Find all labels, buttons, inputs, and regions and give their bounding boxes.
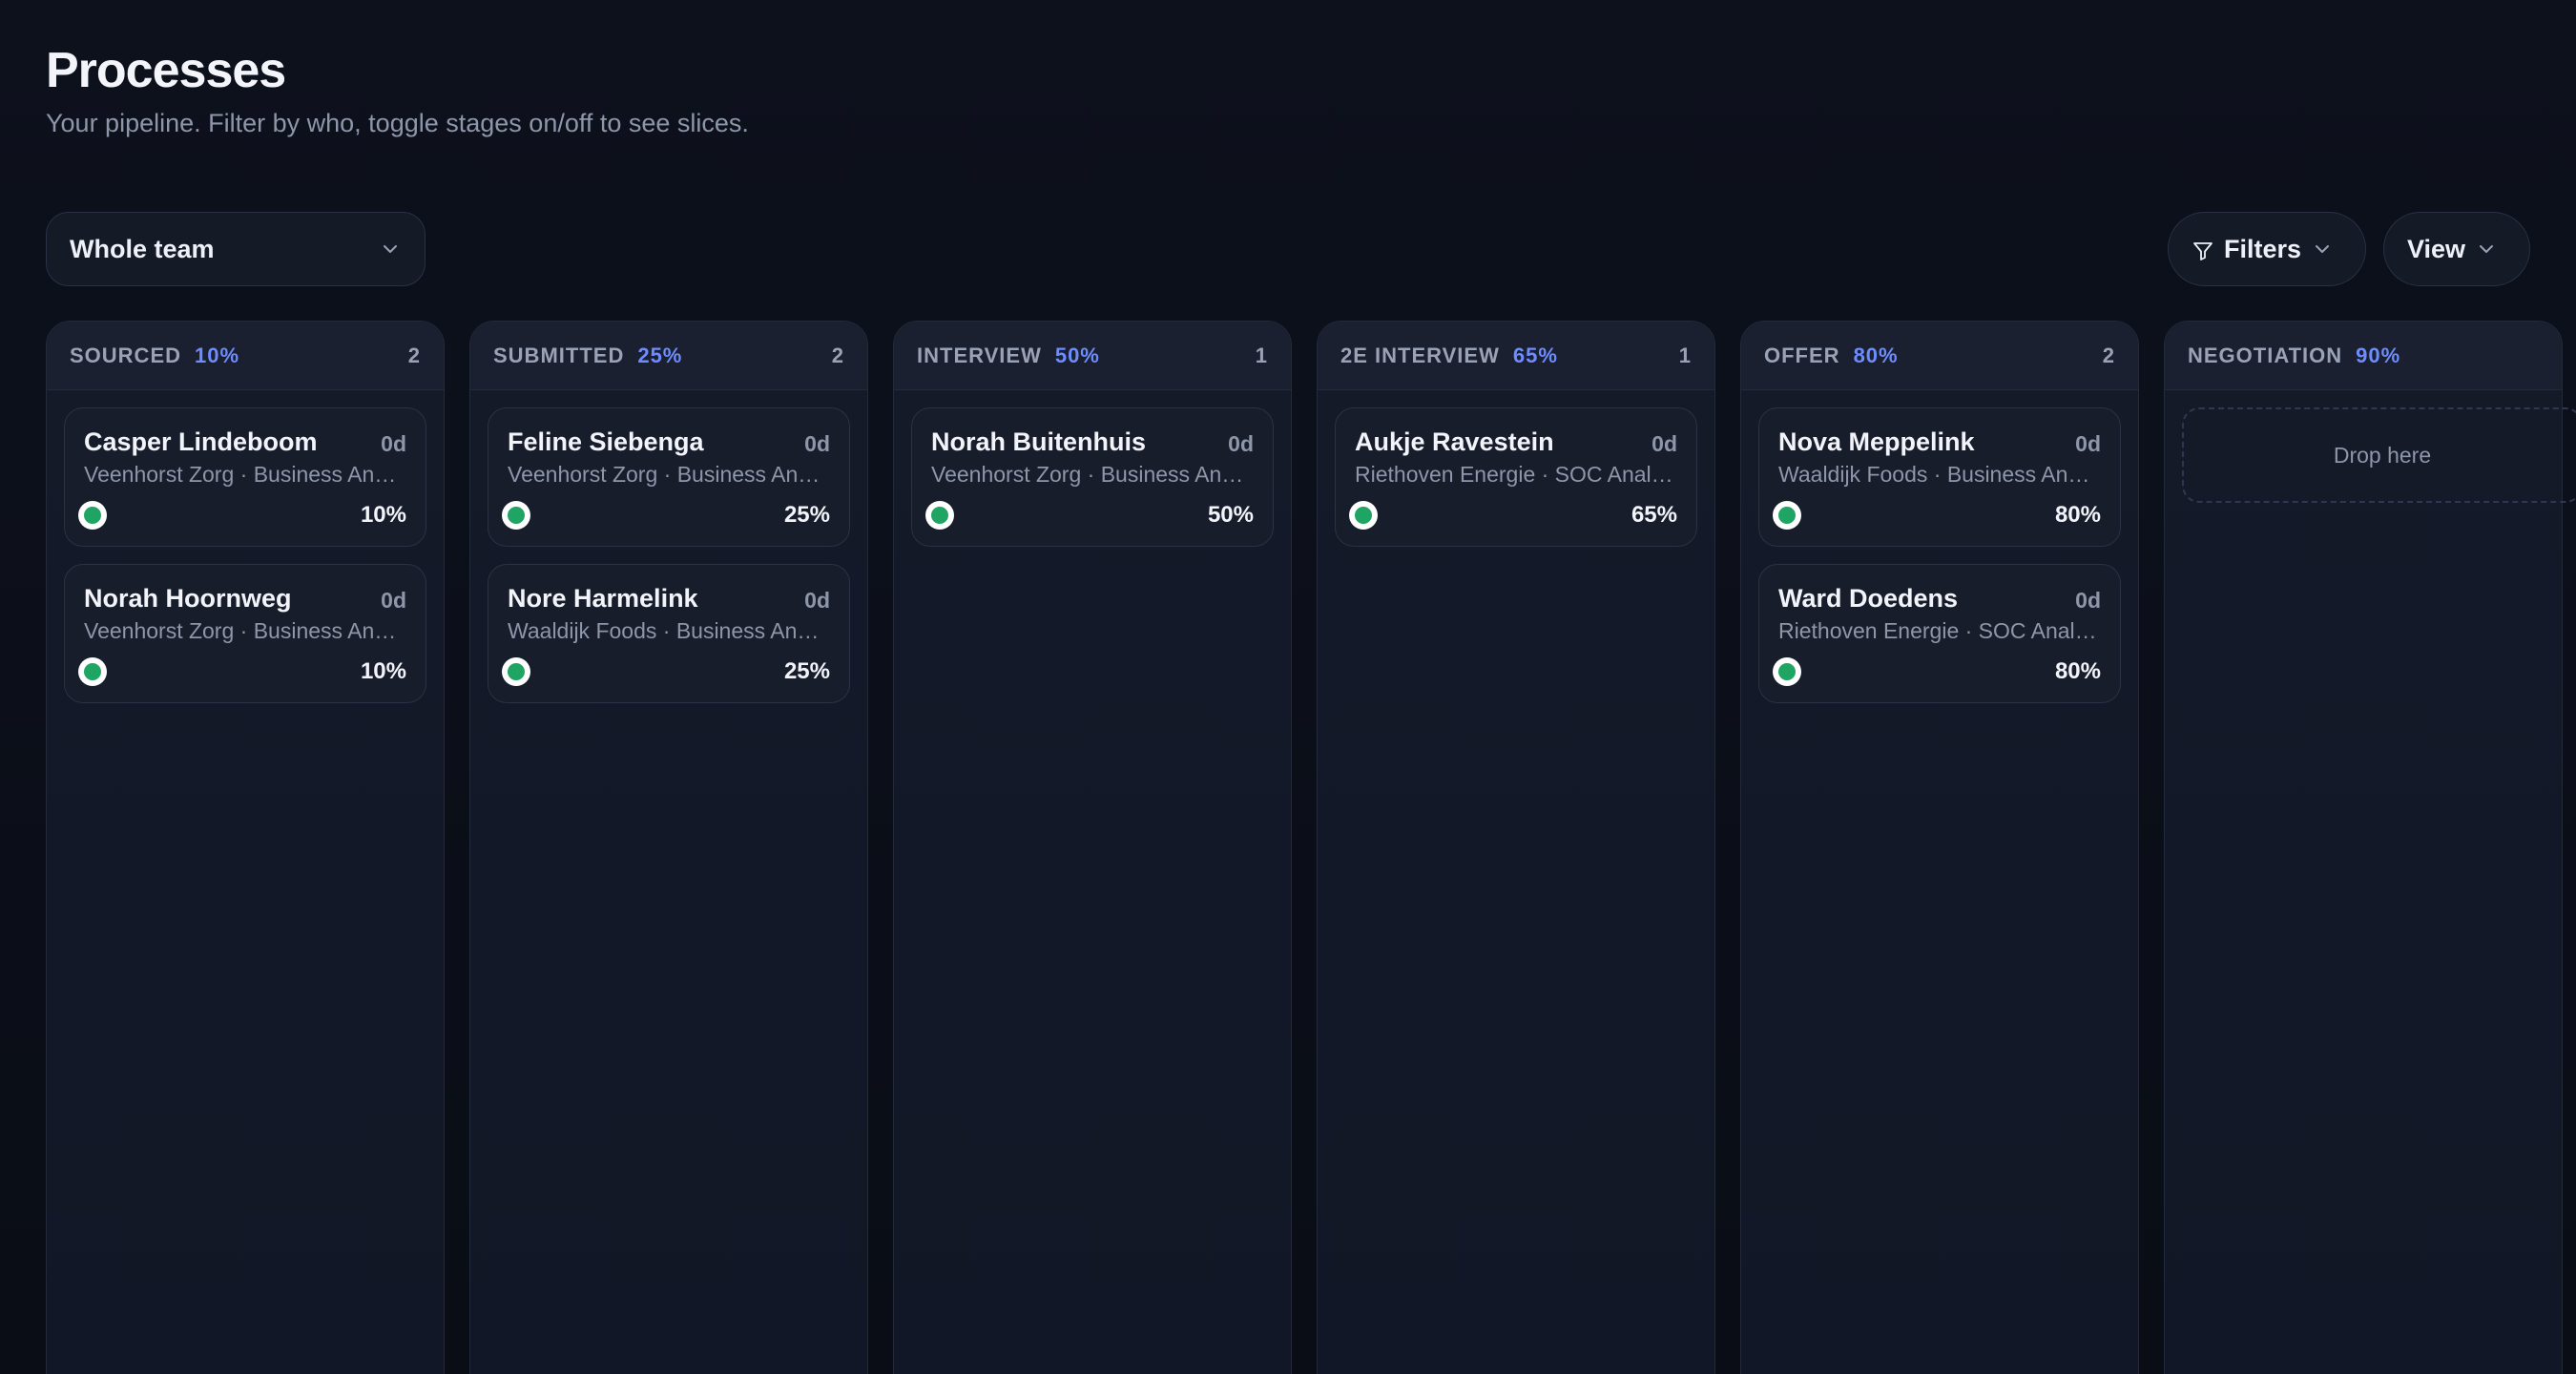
stage-name: NEGOTIATION <box>2188 343 2343 367</box>
status-dot-icon <box>1773 657 1801 686</box>
stage-count: 2 <box>2102 343 2115 367</box>
stage-name: SUBMITTED <box>493 343 625 367</box>
stage-name: 2E INTERVIEW <box>1340 343 1500 367</box>
days-in-stage: 0d <box>2075 588 2101 613</box>
stage-count: 2 <box>831 343 844 367</box>
stage-header[interactable]: INTERVIEW 50% 1 <box>894 322 1291 390</box>
stage-count: 2 <box>407 343 421 367</box>
stage-probability: 25% <box>637 343 683 367</box>
candidate-meta: Waaldijk Foods · Business Analyst <box>1778 462 2101 487</box>
stage-card-list: Nova Meppelink 0d Waaldijk Foods · Busines… <box>1741 390 2138 720</box>
page-subtitle: Your pipeline. Filter by who, toggle sta… <box>46 109 749 137</box>
candidate-name: Feline Siebenga <box>508 427 704 456</box>
candidate-card[interactable]: Feline Siebenga 0d Veenhorst Zorg · Busine… <box>488 407 850 547</box>
drop-zone[interactable]: Drop here <box>2182 407 2576 503</box>
chevron-down-icon <box>2475 238 2498 260</box>
candidate-probability: 65% <box>1631 502 1677 528</box>
stage-probability: 10% <box>195 343 240 367</box>
stage-column: SOURCED 10% 2 Casper Lindeboom 0d Veenhorst Z… <box>46 321 445 1374</box>
days-in-stage: 0d <box>381 431 406 456</box>
candidate-name: Norah Hoornweg <box>84 584 292 613</box>
candidate-probability: 25% <box>783 658 830 684</box>
status-dot-icon <box>502 501 530 530</box>
candidate-card[interactable]: Casper Lindeboom 0d Veenhorst Zorg · Busin… <box>64 407 426 547</box>
stage-header[interactable]: SOURCED 10% 2 <box>47 322 444 390</box>
candidate-meta: Veenhorst Zorg · Business Analyst <box>931 462 1254 487</box>
candidate-name: Aukje Ravestein <box>1355 427 1554 456</box>
stage-column: SUBMITTED 25% 2 Feline Siebenga 0d Veenhorst … <box>469 321 868 1374</box>
team-select[interactable]: Whole team <box>46 212 426 286</box>
stage-header[interactable]: NEGOTIATION 90% <box>2165 322 2562 390</box>
candidate-card[interactable]: Ward Doedens 0d Riethoven Energie · SOC An… <box>1758 564 2121 703</box>
status-dot-icon <box>1773 501 1801 530</box>
candidate-name: Nova Meppelink <box>1778 427 1975 456</box>
days-in-stage: 0d <box>2075 431 2101 456</box>
stage-name: INTERVIEW <box>917 343 1042 367</box>
status-dot-icon <box>78 657 107 686</box>
days-in-stage: 0d <box>1652 431 1677 456</box>
status-dot-icon <box>502 657 530 686</box>
status-dot-icon <box>1349 501 1378 530</box>
stage-column: OFFER 80% 2 Nova Meppelink 0d Waaldijk Foods … <box>1740 321 2139 1374</box>
stage-probability: 90% <box>2356 343 2401 367</box>
team-select-value: Whole team <box>70 234 215 263</box>
candidate-probability: 25% <box>783 502 830 528</box>
stage-probability: 80% <box>1853 343 1899 367</box>
candidate-probability: 80% <box>2054 658 2101 684</box>
candidate-card[interactable]: Norah Buitenhuis 0d Veenhorst Zorg · Busin… <box>911 407 1274 547</box>
filters-label: Filters <box>2224 234 2302 263</box>
stage-card-list: Casper Lindeboom 0d Veenhorst Zorg · Busin… <box>47 390 444 720</box>
candidate-meta: Waaldijk Foods · Business Analyst <box>508 618 830 643</box>
stage-header[interactable]: SUBMITTED 25% 2 <box>470 322 867 390</box>
stage-header[interactable]: 2E INTERVIEW 65% 1 <box>1318 322 1714 390</box>
days-in-stage: 0d <box>381 588 406 613</box>
stage-name: OFFER <box>1764 343 1840 367</box>
filters-button[interactable]: Filters <box>2168 212 2366 286</box>
candidate-meta: Veenhorst Zorg · Business Analyst <box>84 618 406 643</box>
candidate-card[interactable]: Nore Harmelink 0d Waaldijk Foods · Busines… <box>488 564 850 703</box>
chevron-down-icon <box>2311 238 2334 260</box>
candidate-card[interactable]: Norah Hoornweg 0d Veenhorst Zorg · Busines… <box>64 564 426 703</box>
candidate-name: Casper Lindeboom <box>84 427 318 456</box>
stage-count: 1 <box>1255 343 1268 367</box>
candidate-probability: 80% <box>2054 502 2101 528</box>
days-in-stage: 0d <box>804 588 830 613</box>
candidate-meta: Riethoven Energie · SOC Analyst <box>1355 462 1677 487</box>
page-title: Processes <box>46 43 286 98</box>
stage-column: NEGOTIATION 90% Drop here <box>2164 321 2576 1374</box>
status-dot-icon <box>78 501 107 530</box>
stage-probability: 65% <box>1512 343 1558 367</box>
stage-count: 1 <box>1678 343 1692 367</box>
candidate-meta: Veenhorst Zorg · Business Analyst <box>84 462 406 487</box>
view-label: View <box>2407 234 2466 263</box>
status-dot-icon <box>925 501 954 530</box>
funnel-icon <box>2192 238 2214 260</box>
days-in-stage: 0d <box>804 431 830 456</box>
candidate-probability: 10% <box>360 658 406 684</box>
stage-column: INTERVIEW 50% 1 Norah Buitenhuis 0d Veenhorst… <box>893 321 1292 1374</box>
chevron-down-icon <box>379 238 402 260</box>
kanban-board: SOURCED 10% 2 Casper Lindeboom 0d Veenhorst Z… <box>46 321 2576 1374</box>
view-button[interactable]: View <box>2383 212 2530 286</box>
candidate-name: Norah Buitenhuis <box>931 427 1147 456</box>
stage-card-list: Norah Buitenhuis 0d Veenhorst Zorg · Busin… <box>894 390 1291 564</box>
stage-column: 2E INTERVIEW 65% 1 Aukje Ravestein 0d Riethov… <box>1317 321 1715 1374</box>
candidate-probability: 10% <box>360 502 406 528</box>
candidate-card[interactable]: Nova Meppelink 0d Waaldijk Foods · Busines… <box>1758 407 2121 547</box>
days-in-stage: 0d <box>1228 431 1254 456</box>
candidate-name: Nore Harmelink <box>508 584 698 613</box>
candidate-meta: Riethoven Energie · SOC Analyst <box>1778 618 2101 643</box>
candidate-card[interactable]: Aukje Ravestein 0d Riethoven Energie · SOC… <box>1335 407 1697 547</box>
processes-page: Processes Your pipeline. Filter by who, … <box>0 0 2576 1374</box>
candidate-meta: Veenhorst Zorg · Business Analyst <box>508 462 830 487</box>
candidate-name: Ward Doedens <box>1778 584 1959 613</box>
stage-name: SOURCED <box>70 343 182 367</box>
stage-card-list: Feline Siebenga 0d Veenhorst Zorg · Busine… <box>470 390 867 720</box>
stage-card-list: Aukje Ravestein 0d Riethoven Energie · SOC… <box>1318 390 1714 564</box>
stage-header[interactable]: OFFER 80% 2 <box>1741 322 2138 390</box>
stage-probability: 50% <box>1054 343 1100 367</box>
stage-card-list: Drop here <box>2165 390 2576 520</box>
candidate-probability: 50% <box>1207 502 1254 528</box>
